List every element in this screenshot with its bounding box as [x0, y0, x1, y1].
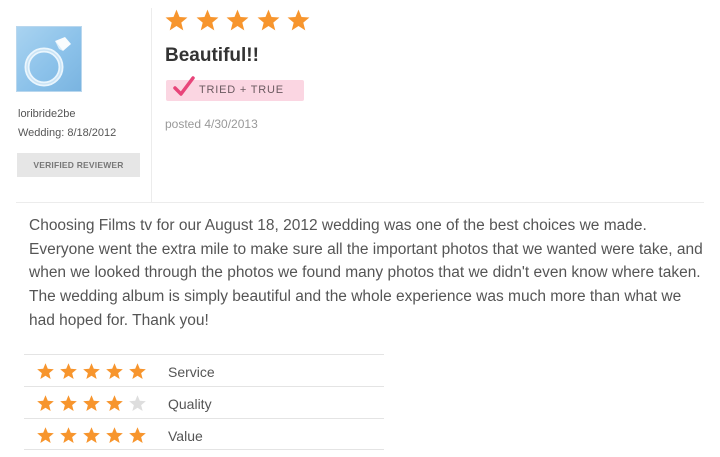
star-icon: [106, 363, 123, 380]
vertical-divider: [151, 8, 152, 203]
star-icon: [106, 395, 123, 412]
star-icon: [165, 9, 188, 31]
star-icon: [106, 427, 123, 444]
subrating-row-value: Value: [24, 418, 384, 450]
reviewer-username[interactable]: loribride2be: [18, 108, 75, 120]
star-icon: [129, 395, 146, 412]
star-icon: [37, 427, 54, 444]
subrating-label: Service: [168, 364, 215, 380]
star-icon: [60, 427, 77, 444]
posted-date: posted 4/30/2013: [165, 117, 258, 131]
star-icon: [129, 427, 146, 444]
star-icon: [37, 395, 54, 412]
star-icon: [226, 9, 249, 31]
reviewer-wedding-date: Wedding: 8/18/2012: [18, 127, 117, 139]
star-icon: [196, 9, 218, 31]
subrating-label: Value: [168, 428, 203, 444]
checkmark-icon: [173, 76, 195, 96]
star-icon: [60, 395, 77, 412]
subrating-row-service: Service: [24, 354, 384, 386]
verified-reviewer-badge: VERIFIED REVIEWER: [17, 153, 140, 177]
badge-label: TRIED + TRUE: [199, 84, 284, 96]
star-icon: [83, 363, 100, 380]
reviewer-panel: loribride2be Wedding: 8/18/2012 VERIFIED…: [16, 26, 142, 177]
star-icon: [83, 395, 100, 412]
star-icon: [129, 363, 146, 380]
star-icon: [37, 363, 54, 380]
subrating-label: Quality: [168, 396, 212, 412]
review-title: Beautiful!!: [165, 45, 259, 66]
horizontal-divider: [16, 202, 704, 203]
avatar[interactable]: [16, 26, 82, 92]
subrating-row-quality: Quality: [24, 386, 384, 418]
tried-true-badge: TRIED + TRUE: [166, 76, 304, 101]
ring-icon: [24, 37, 71, 87]
review-body: Choosing Films tv for our August 18, 201…: [29, 217, 703, 329]
subratings-list: Service Quality Value: [24, 354, 384, 450]
subrating-stars: [36, 362, 151, 381]
star-icon: [257, 9, 279, 31]
star-icon: [287, 9, 310, 31]
overall-rating: [164, 8, 317, 33]
subrating-stars: [36, 426, 151, 445]
subrating-stars: [36, 394, 151, 413]
star-icon: [83, 427, 100, 444]
star-icon: [60, 363, 77, 380]
